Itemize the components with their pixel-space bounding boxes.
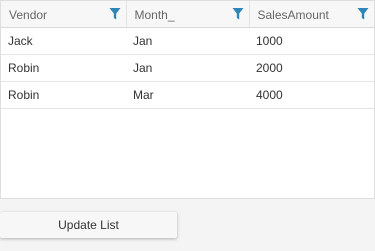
table-row[interactable]: Jack Jan 1000: [1, 27, 374, 55]
table-cell-vendor: Jack: [1, 27, 126, 55]
table-cell-month: Jan: [126, 54, 249, 82]
table-cell-salesamount: 1000: [249, 27, 374, 55]
table-cell-month: Mar: [126, 81, 249, 109]
column-header-salesamount[interactable]: SalesAmount: [249, 1, 374, 28]
column-header-vendor[interactable]: Vendor: [1, 1, 127, 28]
table-row[interactable]: Robin Mar 4000: [1, 81, 374, 109]
filter-icon[interactable]: [357, 7, 369, 21]
header-row: Vendor Month_ SalesAmount: [1, 1, 374, 28]
table-row[interactable]: Robin Jan 2000: [1, 54, 374, 82]
update-list-button[interactable]: Update List: [0, 212, 177, 238]
data-grid-panel: Vendor Month_ SalesAmount Jack Jan 1000 …: [0, 0, 375, 199]
filter-icon[interactable]: [109, 7, 121, 21]
column-header-label: SalesAmount: [257, 8, 329, 22]
table-cell-month: Jan: [126, 27, 249, 55]
column-header-month[interactable]: Month_: [126, 1, 250, 28]
data-grid: Vendor Month_ SalesAmount Jack Jan 1000 …: [1, 1, 374, 109]
table-cell-vendor: Robin: [1, 81, 126, 109]
filter-icon[interactable]: [232, 7, 244, 21]
table-cell-vendor: Robin: [1, 54, 126, 82]
table-cell-salesamount: 2000: [249, 54, 374, 82]
column-header-label: Vendor: [9, 8, 48, 22]
column-header-label: Month_: [134, 8, 175, 22]
table-cell-salesamount: 4000: [249, 81, 374, 109]
